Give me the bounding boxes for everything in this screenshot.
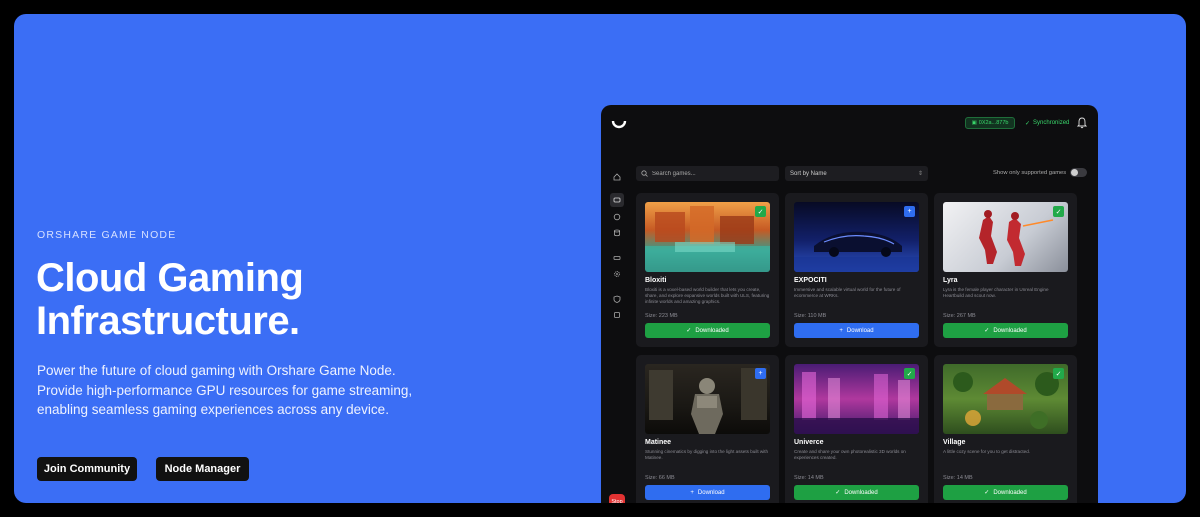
game-thumbnail: +	[794, 202, 919, 272]
check-icon: ✓	[984, 328, 990, 334]
game-card-univerce[interactable]: ✓ Univerce Create and share your own pho…	[785, 355, 928, 503]
games-icon[interactable]	[610, 193, 624, 207]
game-name: EXPOCITI	[794, 277, 827, 284]
node-manager-button[interactable]: Node Manager	[156, 457, 249, 481]
game-description: Create and share your own photorealistic…	[794, 449, 906, 460]
button-label: Downloaded	[993, 489, 1027, 496]
downloaded-badge-icon: ✓	[755, 206, 766, 217]
add-badge-icon: +	[904, 206, 915, 217]
downloaded-badge-icon: ✓	[1053, 368, 1064, 379]
game-description: A little cozy scene for you to get distr…	[943, 449, 1031, 454]
database-icon[interactable]	[610, 226, 624, 240]
game-card-bloxiti[interactable]: ✓ Bloxiti Bloxiti is a voxel-based world…	[636, 193, 779, 347]
add-badge-icon: +	[755, 368, 766, 379]
sort-label: Sort by Name	[790, 170, 827, 177]
game-name: Univerce	[794, 439, 824, 446]
game-card-matinee[interactable]: + Matinee Stunning cinematics by digging…	[636, 355, 779, 503]
game-size: Size: 223 MB	[645, 313, 678, 319]
game-size: Size: 66 MB	[645, 475, 675, 481]
game-name: Bloxiti	[645, 277, 667, 284]
supported-games-filter: Show only supported games	[993, 168, 1088, 177]
game-thumbnail: ✓	[943, 364, 1068, 434]
settings-icon[interactable]	[610, 267, 624, 281]
game-name: Matinee	[645, 439, 672, 446]
game-description: Immersive and scalable virtual world for…	[794, 287, 901, 298]
check-icon: ✓	[984, 490, 990, 496]
game-name: Lyra	[943, 277, 958, 284]
game-downloaded-button[interactable]: ✓ Downloaded	[943, 485, 1068, 500]
button-label: Downloaded	[993, 327, 1027, 334]
game-size: Size: 267 MB	[943, 313, 976, 319]
supported-games-toggle[interactable]	[1070, 168, 1088, 177]
game-download-button[interactable]: + Download	[794, 323, 919, 338]
game-thumbnail: +	[645, 364, 770, 434]
downloaded-badge-icon: ✓	[1053, 206, 1064, 217]
game-thumbnail: ✓	[794, 364, 919, 434]
search-input[interactable]	[652, 170, 772, 177]
button-label: Download	[846, 327, 874, 334]
hero-eyebrow: ORSHARE GAME NODE	[37, 229, 177, 241]
app-logo-icon	[611, 120, 627, 129]
app-window: ▣ 0X2a...877b ✓ Synchronized Stop Search…	[601, 105, 1098, 503]
game-card-expociti[interactable]: + EXPOCITI Immersive and scalable virtua…	[785, 193, 928, 347]
game-description: Lyra is the female player character in U…	[943, 287, 1049, 298]
game-name: Village	[943, 439, 966, 446]
downloaded-badge-icon: ✓	[904, 368, 915, 379]
game-description: Bloxiti is a voxel-based world builder t…	[645, 287, 770, 304]
game-size: Size: 110 MB	[794, 313, 827, 319]
game-thumbnail: ✓	[645, 202, 770, 272]
wallet-badge[interactable]: ▣ 0X2a...877b	[965, 117, 1015, 129]
wallet-address: 0X2a...877b	[978, 120, 1009, 126]
sync-status: ✓ Synchronized	[1025, 117, 1069, 129]
hero-description: Power the future of cloud gaming with Or…	[37, 363, 413, 417]
game-card-lyra[interactable]: ✓ Lyra Lyra is the female player charact…	[934, 193, 1077, 347]
plus-icon: +	[690, 489, 694, 496]
sort-select[interactable]: Sort by Name ⇕	[785, 166, 928, 181]
game-size: Size: 14 MB	[794, 475, 824, 481]
home-icon[interactable]	[610, 170, 624, 184]
game-download-button[interactable]: + Download	[645, 485, 770, 500]
button-label: Downloaded	[695, 327, 729, 334]
game-card-village[interactable]: ✓ Village A little cozy scene for you to…	[934, 355, 1077, 503]
sidebar: Stop	[607, 155, 627, 503]
storage-icon[interactable]	[610, 308, 624, 322]
game-downloaded-button[interactable]: ✓ Downloaded	[943, 323, 1068, 338]
game-downloaded-button[interactable]: ✓ Downloaded	[794, 485, 919, 500]
check-icon: ✓	[1025, 120, 1031, 127]
search-icon	[641, 170, 648, 177]
server-icon[interactable]	[610, 251, 624, 265]
chevron-updown-icon: ⇕	[917, 171, 923, 177]
hero-section: ORSHARE GAME NODE Cloud Gaming Infrastru…	[14, 14, 1186, 503]
check-icon: ✓	[686, 328, 692, 334]
sync-label: Synchronized	[1033, 120, 1070, 126]
wallet-icon: ▣	[971, 120, 977, 126]
stop-button[interactable]: Stop	[609, 494, 625, 503]
button-label: Downloaded	[844, 489, 878, 496]
game-thumbnail: ✓	[943, 202, 1068, 272]
bell-icon[interactable]	[1077, 117, 1087, 129]
wallet-nav-icon[interactable]	[610, 210, 624, 224]
game-downloaded-button[interactable]: ✓ Downloaded	[645, 323, 770, 338]
search-bar[interactable]	[636, 166, 779, 181]
game-description: Stunning cinematics by digging into the …	[645, 449, 769, 460]
shield-icon[interactable]	[610, 292, 624, 306]
hero-title: Cloud Gaming Infrastructure.	[36, 256, 304, 343]
plus-icon: +	[839, 327, 843, 334]
game-size: Size: 14 MB	[943, 475, 973, 481]
join-community-button[interactable]: Join Community	[37, 457, 137, 481]
toggle-label: Show only supported games	[993, 169, 1067, 176]
check-icon: ✓	[835, 490, 841, 496]
button-label: Download	[697, 489, 725, 496]
